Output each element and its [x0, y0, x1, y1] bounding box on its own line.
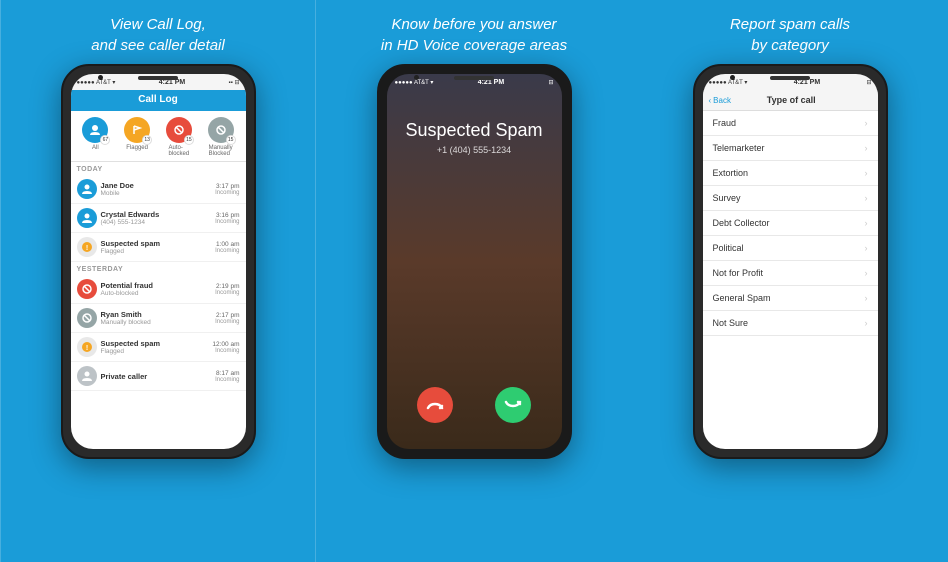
- battery-1: ▪▪ ⊟: [229, 79, 240, 86]
- signal-2: ●●●●● AT&T ▾: [395, 79, 434, 86]
- call-info-ryan: Ryan Smith Manually blocked: [101, 310, 212, 326]
- tab-manual-count: 15: [226, 135, 236, 145]
- yesterday-label: YESTERDAY: [71, 262, 246, 275]
- chevron-debt: ›: [865, 218, 868, 228]
- call-row-crystal[interactable]: Crystal Edwards (404) 555-1234 3:16 pm I…: [71, 204, 246, 233]
- call-info-private: Private caller: [101, 372, 212, 381]
- tab-flagged-circle: 13: [124, 117, 150, 143]
- svg-text:!: !: [85, 345, 87, 352]
- call-row-ryan[interactable]: Ryan Smith Manually blocked 2:17 pm Inco…: [71, 304, 246, 333]
- avatar-fraud: [77, 279, 97, 299]
- tab-auto-blocked-circle: 15: [166, 117, 192, 143]
- decline-button[interactable]: [417, 387, 453, 423]
- tab-all[interactable]: 67 All: [75, 117, 115, 157]
- type-row-fraud[interactable]: Fraud ›: [703, 111, 878, 136]
- avatar-spam: !: [77, 237, 97, 257]
- call-row-jane[interactable]: Jane Doe Mobile 3:17 pm Incoming: [71, 175, 246, 204]
- caption-type: Report spam calls by category: [710, 0, 870, 64]
- call-time-private: 8:17 am Incoming: [215, 370, 239, 383]
- tab-manual-circle: 15: [208, 117, 234, 143]
- type-row-survey[interactable]: Survey ›: [703, 186, 878, 211]
- svg-text:!: !: [85, 245, 87, 252]
- call-info-fraud: Potential fraud Auto-blocked: [101, 281, 212, 297]
- tab-auto-blocked[interactable]: 15 Auto-blocked: [159, 117, 199, 157]
- call-time-crystal: 3:16 pm Incoming: [215, 212, 239, 225]
- screen-call-log: Call Log 67 All 13: [71, 90, 246, 449]
- type-row-telemarketer[interactable]: Telemarketer ›: [703, 136, 878, 161]
- section-type-of-call: Report spam calls by category ●●●●● AT&T…: [632, 0, 948, 562]
- tab-manual-blocked[interactable]: 15 ManuallyBlocked: [201, 117, 241, 157]
- chevron-nonprofit: ›: [865, 268, 868, 278]
- tab-auto-label: Auto-blocked: [169, 145, 190, 157]
- phone-camera: [98, 75, 103, 80]
- tab-flagged-count: 13: [142, 135, 152, 145]
- tab-flagged[interactable]: 13 Flagged: [117, 117, 157, 157]
- type-row-nonprofit[interactable]: Not for Profit ›: [703, 261, 878, 286]
- tab-icons: 67 All 13 Flagged 15: [71, 111, 246, 162]
- type-header: ‹ Back Type of call: [703, 90, 878, 111]
- call-row-fraud[interactable]: Potential fraud Auto-blocked 2:19 pm Inc…: [71, 275, 246, 304]
- call-action-buttons: [397, 387, 552, 423]
- call-time-fraud: 2:19 pm Incoming: [215, 283, 239, 296]
- avatar-private: [77, 366, 97, 386]
- caption-call-log: View Call Log, and see caller detail: [71, 0, 244, 64]
- avatar-ryan: [77, 308, 97, 328]
- signal-1: ●●●●● AT&T ▾: [77, 79, 116, 86]
- call-info-spam-today: Suspected spam Flagged: [101, 239, 212, 255]
- tab-all-circle: 67: [82, 117, 108, 143]
- type-screen: ‹ Back Type of call Fraud › Telemarketer…: [703, 90, 878, 449]
- call-info-crystal: Crystal Edwards (404) 555-1234: [101, 210, 212, 226]
- phone-speaker-2: [454, 76, 494, 80]
- chevron-notsure: ›: [865, 318, 868, 328]
- call-row-spam-today[interactable]: ! Suspected spam Flagged 1:00 am Incomin…: [71, 233, 246, 262]
- back-button[interactable]: ‹ Back: [709, 96, 731, 105]
- type-row-general[interactable]: General Spam ›: [703, 286, 878, 311]
- chevron-telemarketer: ›: [865, 143, 868, 153]
- tab-manual-label: ManuallyBlocked: [209, 145, 233, 157]
- tab-all-count: 67: [100, 135, 110, 145]
- phone-speaker: [138, 76, 178, 80]
- type-row-political[interactable]: Political ›: [703, 236, 878, 261]
- caption-incoming: Know before you answer in HD Voice cover…: [361, 0, 587, 64]
- chevron-political: ›: [865, 243, 868, 253]
- call-time-ryan: 2:17 pm Incoming: [215, 312, 239, 325]
- call-time-spam2: 12:00 am Incoming: [212, 341, 239, 354]
- accept-button[interactable]: [495, 387, 531, 423]
- battery-2: ⊟: [548, 79, 553, 86]
- chevron-fraud: ›: [865, 118, 868, 128]
- section-call-log: View Call Log, and see caller detail ●●●…: [0, 0, 316, 562]
- chevron-extortion: ›: [865, 168, 868, 178]
- call-row-spam-yest[interactable]: ! Suspected spam Flagged 12:00 am Incomi…: [71, 333, 246, 362]
- phone-camera-2: [414, 75, 419, 80]
- call-row-private[interactable]: Private caller 8:17 am Incoming: [71, 362, 246, 391]
- signal-3: ●●●●● AT&T ▾: [709, 79, 748, 86]
- phone-incoming: ●●●●● AT&T ▾ 4:21 PM ⊟ Suspected Spam +1…: [377, 64, 572, 459]
- section-incoming: Know before you answer in HD Voice cover…: [316, 0, 632, 562]
- phone-screen-type: ●●●●● AT&T ▾ 4:21 PM ⊟ ‹ Back Type of ca…: [703, 74, 878, 449]
- avatar-crystal: [77, 208, 97, 228]
- tab-auto-count: 15: [184, 135, 194, 145]
- call-time-spam: 1:00 am Incoming: [215, 241, 239, 254]
- chevron-survey: ›: [865, 193, 868, 203]
- type-row-debt[interactable]: Debt Collector ›: [703, 211, 878, 236]
- call-time-jane: 3:17 pm Incoming: [215, 183, 239, 196]
- phone-speaker-3: [770, 76, 810, 80]
- avatar-jane: [77, 179, 97, 199]
- incoming-call-screen: Suspected Spam +1 (404) 555-1234: [387, 90, 562, 449]
- type-row-notsure[interactable]: Not Sure ›: [703, 311, 878, 336]
- battery-3: ⊟: [866, 79, 871, 86]
- phone-camera-3: [730, 75, 735, 80]
- today-label: TODAY: [71, 162, 246, 175]
- chevron-general: ›: [865, 293, 868, 303]
- phone-screen-call-log: ●●●●● AT&T ▾ 4:21 PM ▪▪ ⊟ Call Log 67 Al…: [71, 74, 246, 449]
- phone-call-log: ●●●●● AT&T ▾ 4:21 PM ▪▪ ⊟ Call Log 67 Al…: [61, 64, 256, 459]
- phone-screen-incoming: ●●●●● AT&T ▾ 4:21 PM ⊟ Suspected Spam +1…: [387, 74, 562, 449]
- phone-type: ●●●●● AT&T ▾ 4:21 PM ⊟ ‹ Back Type of ca…: [693, 64, 888, 459]
- call-log-header: Call Log: [71, 90, 246, 111]
- call-info-jane: Jane Doe Mobile: [101, 181, 212, 197]
- avatar-spam2: !: [77, 337, 97, 357]
- caller-info: Suspected Spam +1 (404) 555-1234: [405, 120, 542, 155]
- call-info-spam-yest: Suspected spam Flagged: [101, 339, 209, 355]
- type-row-extortion[interactable]: Extortion ›: [703, 161, 878, 186]
